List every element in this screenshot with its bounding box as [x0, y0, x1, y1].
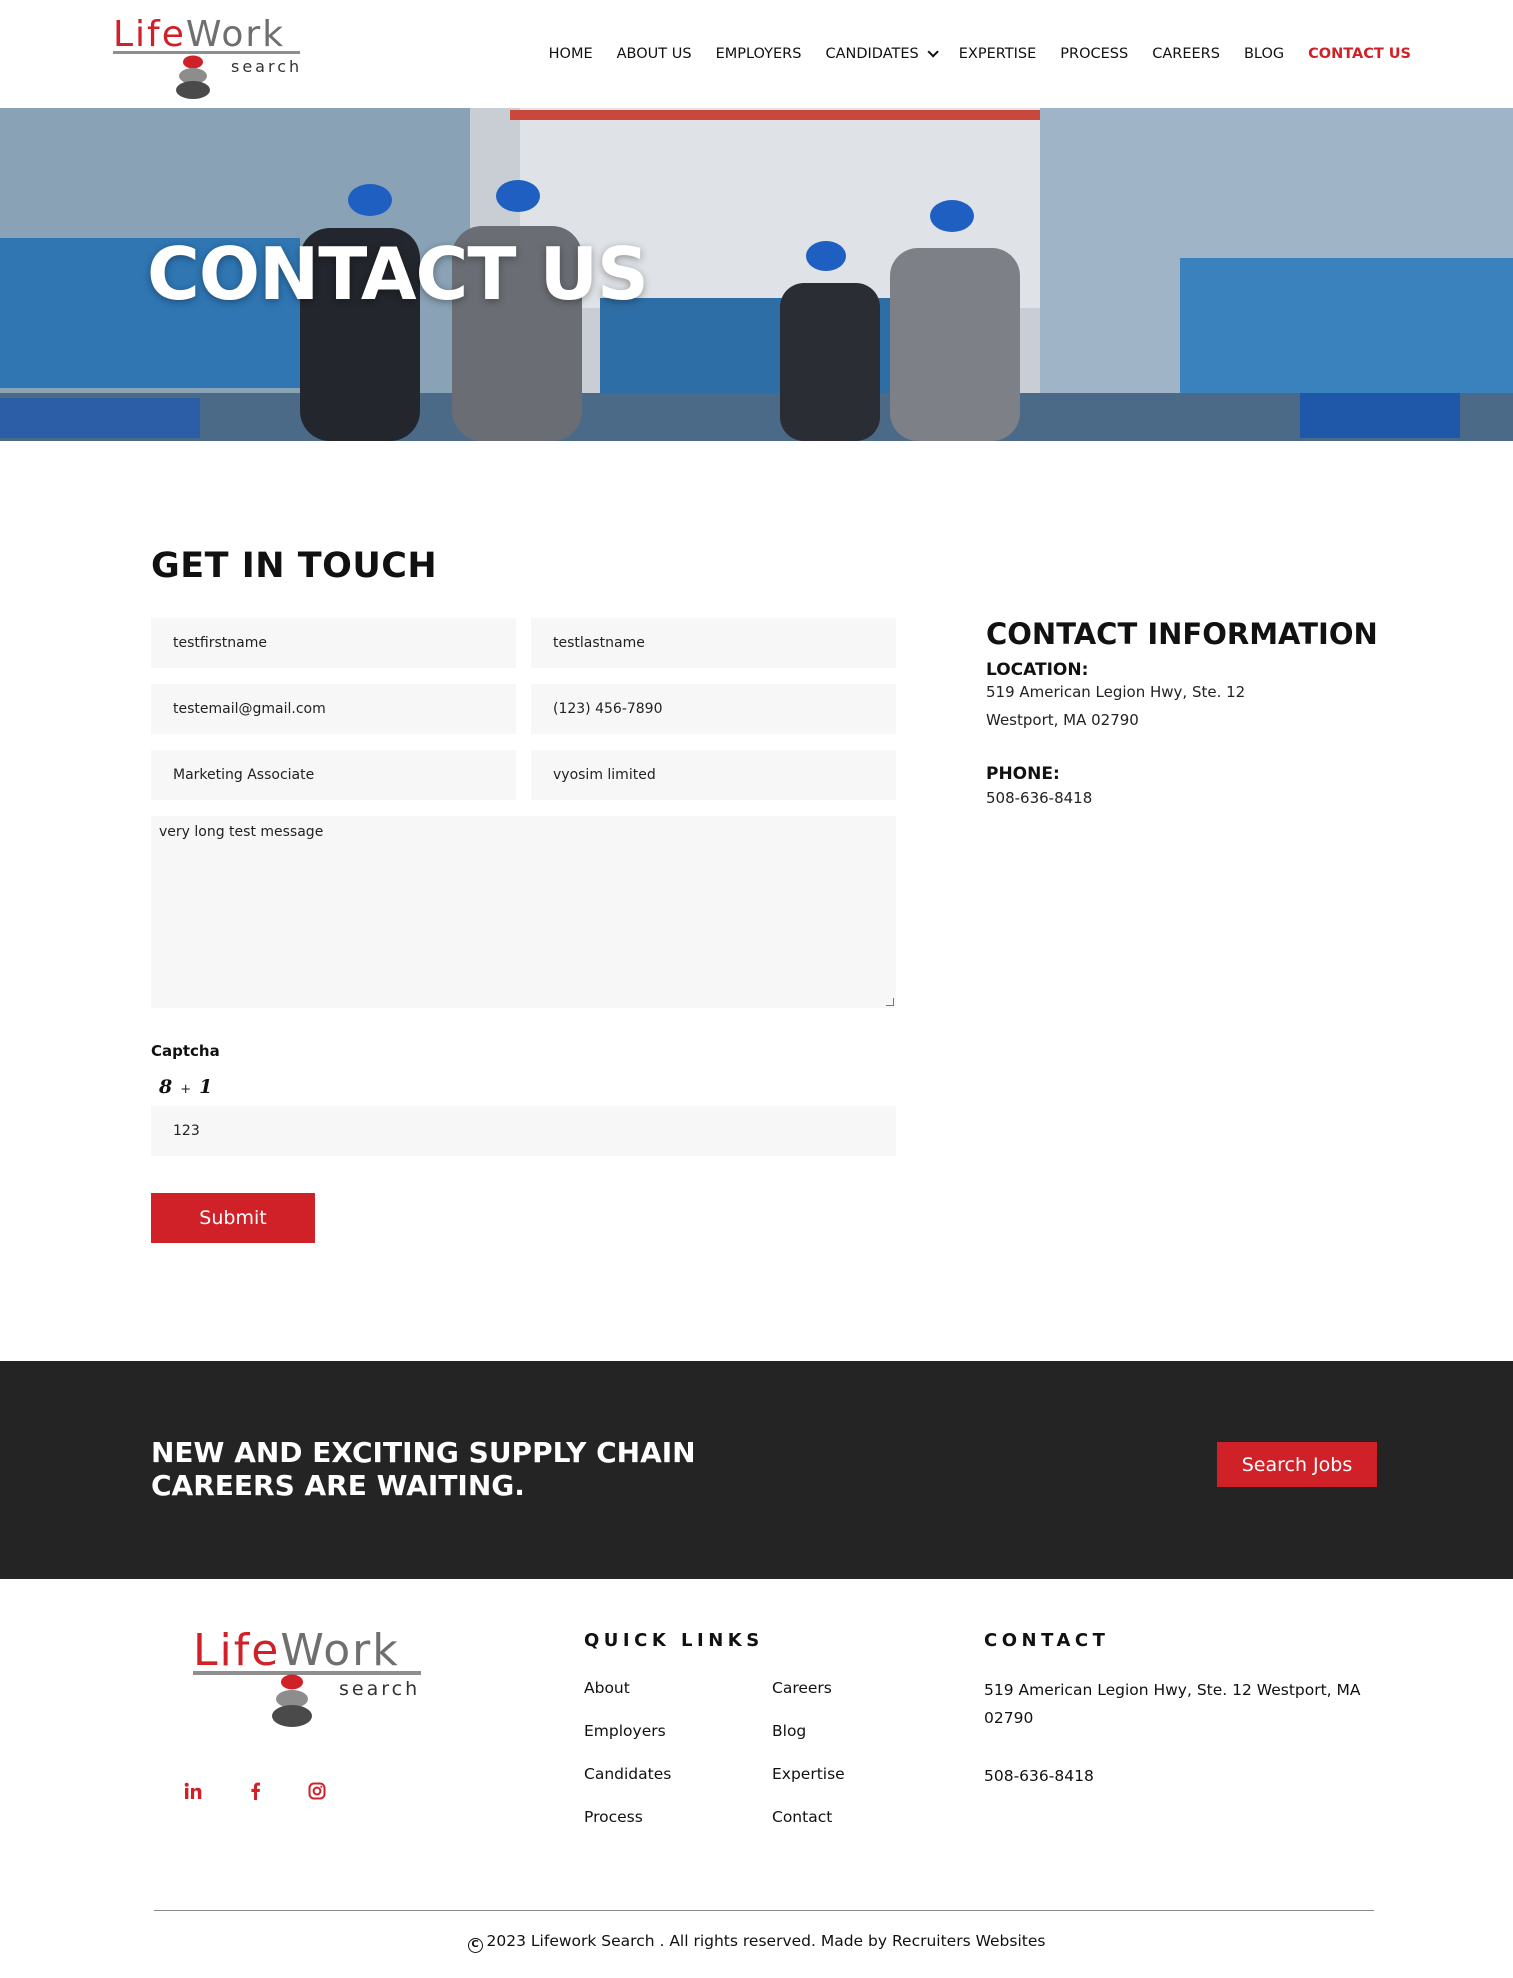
footer-logo-word-work: Work — [280, 1625, 400, 1676]
logo-wordmark: LifeWork — [113, 14, 285, 55]
submit-button[interactable]: Submit — [151, 1193, 315, 1243]
nav-careers-label: CAREERS — [1152, 46, 1220, 62]
phone-field[interactable]: (123) 456-7890 — [531, 684, 896, 734]
cta-line-1: NEW AND EXCITING SUPPLY CHAIN — [151, 1436, 696, 1469]
captcha-answer-value: 123 — [173, 1123, 200, 1139]
captcha-operand-a: 8 — [159, 1076, 173, 1098]
search-jobs-label: Search Jobs — [1241, 1453, 1353, 1476]
phone-label: PHONE: — [986, 764, 1060, 784]
nav-expertise[interactable]: EXPERTISE — [959, 46, 1037, 62]
nav-process-label: PROCESS — [1060, 46, 1129, 62]
copyright-text: 2023 Lifework Search . All rights reserv… — [486, 1932, 1046, 1950]
nav-candidates[interactable]: CANDIDATES — [825, 46, 939, 62]
contact-information-heading: CONTACT INFORMATION — [986, 617, 1378, 651]
last-name-value: testlastname — [553, 635, 645, 651]
footer-logo-stones-icon — [272, 1674, 312, 1727]
company-field[interactable]: vyosim limited — [531, 750, 896, 800]
footer-contact-heading: CONTACT — [984, 1630, 1110, 1651]
resize-grip-icon[interactable] — [886, 998, 894, 1006]
footer-address: 519 American Legion Hwy, Ste. 12 Westpor… — [984, 1676, 1361, 1732]
nav-expertise-label: EXPERTISE — [958, 46, 1037, 62]
footer-link-about[interactable]: About — [584, 1679, 630, 1697]
logo-word-work: Work — [185, 14, 286, 55]
footer-link-contact[interactable]: Contact — [772, 1808, 832, 1826]
logo-stones-icon — [176, 55, 210, 99]
last-name-field[interactable]: testlastname — [531, 618, 896, 668]
nav-home-label: HOME — [548, 46, 593, 62]
captcha-operand-b: 1 — [199, 1076, 213, 1098]
hero-banner: CONTACT US — [0, 108, 1513, 441]
footer-phone: 508-636-8418 — [984, 1767, 1094, 1785]
page-title: CONTACT US — [147, 232, 649, 316]
cta-headline: NEW AND EXCITING SUPPLY CHAIN CAREERS AR… — [151, 1436, 696, 1502]
logo-tagline: search — [231, 57, 303, 76]
nav-contact-us[interactable]: CONTACT US — [1308, 46, 1411, 62]
header-logo[interactable]: LifeWork search — [113, 14, 303, 100]
footer-logo-word-life: Life — [193, 1625, 281, 1676]
chevron-down-icon — [927, 46, 939, 58]
get-in-touch-heading: GET IN TOUCH — [151, 546, 438, 586]
location-label: LOCATION: — [986, 660, 1089, 680]
search-jobs-button[interactable]: Search Jobs — [1217, 1442, 1377, 1487]
footer-link-employers[interactable]: Employers — [584, 1722, 666, 1740]
footer-logo-tagline: search — [339, 1678, 421, 1700]
footer-link-blog[interactable]: Blog — [772, 1722, 806, 1740]
nav-about-us[interactable]: ABOUT US — [617, 46, 692, 62]
footer-link-process[interactable]: Process — [584, 1808, 643, 1826]
nav-candidates-label: CANDIDATES — [825, 46, 919, 62]
address-line-2: Westport, MA 02790 — [986, 711, 1139, 729]
phone-value: (123) 456-7890 — [553, 701, 663, 717]
instagram-icon[interactable] — [305, 1779, 329, 1803]
message-value: very long test message — [159, 824, 324, 840]
footer-divider — [154, 1910, 1374, 1911]
quick-links-heading: QUICK LINKS — [584, 1630, 764, 1651]
nav-home[interactable]: HOME — [549, 46, 593, 62]
logo-word-life: Life — [113, 14, 186, 55]
site-header: LifeWork search HOME ABOUT US EMPLOYERS … — [0, 0, 1513, 108]
first-name-value: testfirstname — [173, 635, 267, 651]
address-line-1: 519 American Legion Hwy, Ste. 12 — [986, 683, 1246, 701]
linkedin-icon[interactable] — [181, 1779, 205, 1803]
captcha-operator: + — [180, 1082, 192, 1097]
company-value: vyosim limited — [553, 767, 656, 783]
captcha-answer-field[interactable]: 123 — [151, 1106, 896, 1156]
copyright-notice: C 2023 Lifework Search . All rights reser… — [0, 1932, 1513, 1953]
captcha-label: Captcha — [151, 1042, 220, 1060]
job-title-field[interactable]: Marketing Associate — [151, 750, 516, 800]
nav-process[interactable]: PROCESS — [1060, 46, 1128, 62]
footer-link-careers[interactable]: Careers — [772, 1679, 832, 1697]
email-field[interactable]: testemail@gmail.com — [151, 684, 516, 734]
location-address: 519 American Legion Hwy, Ste. 12 Westpor… — [986, 678, 1245, 734]
facebook-icon[interactable] — [243, 1779, 267, 1803]
footer-logo-wordmark: LifeWork — [193, 1625, 400, 1676]
copyright-icon: C — [467, 1938, 483, 1953]
footer-address-line-2: 02790 — [984, 1709, 1034, 1727]
message-textarea[interactable]: very long test message — [151, 816, 896, 1008]
email-value: testemail@gmail.com — [173, 701, 326, 717]
nav-contact-label: CONTACT US — [1308, 46, 1411, 62]
first-name-field[interactable]: testfirstname — [151, 618, 516, 668]
footer-link-expertise[interactable]: Expertise — [772, 1765, 845, 1783]
nav-employers-label: EMPLOYERS — [715, 46, 802, 62]
submit-label: Submit — [199, 1207, 267, 1229]
nav-blog-label: BLOG — [1243, 46, 1285, 62]
nav-blog[interactable]: BLOG — [1244, 46, 1284, 62]
footer-address-line-1: 519 American Legion Hwy, Ste. 12 Westpor… — [984, 1681, 1361, 1699]
footer-link-candidates[interactable]: Candidates — [584, 1765, 671, 1783]
nav-about-label: ABOUT US — [616, 46, 692, 62]
cta-band: NEW AND EXCITING SUPPLY CHAIN CAREERS AR… — [0, 1361, 1513, 1579]
main-nav: HOME ABOUT US EMPLOYERS CANDIDATES EXPER… — [525, 46, 1411, 62]
captcha-question: 8 +1 — [159, 1076, 212, 1098]
job-title-value: Marketing Associate — [173, 767, 315, 783]
footer-logo[interactable]: LifeWork search — [193, 1625, 423, 1730]
phone-number: 508-636-8418 — [986, 789, 1093, 807]
nav-careers[interactable]: CAREERS — [1152, 46, 1220, 62]
nav-employers[interactable]: EMPLOYERS — [716, 46, 802, 62]
cta-line-2: CAREERS ARE WAITING. — [151, 1469, 525, 1502]
